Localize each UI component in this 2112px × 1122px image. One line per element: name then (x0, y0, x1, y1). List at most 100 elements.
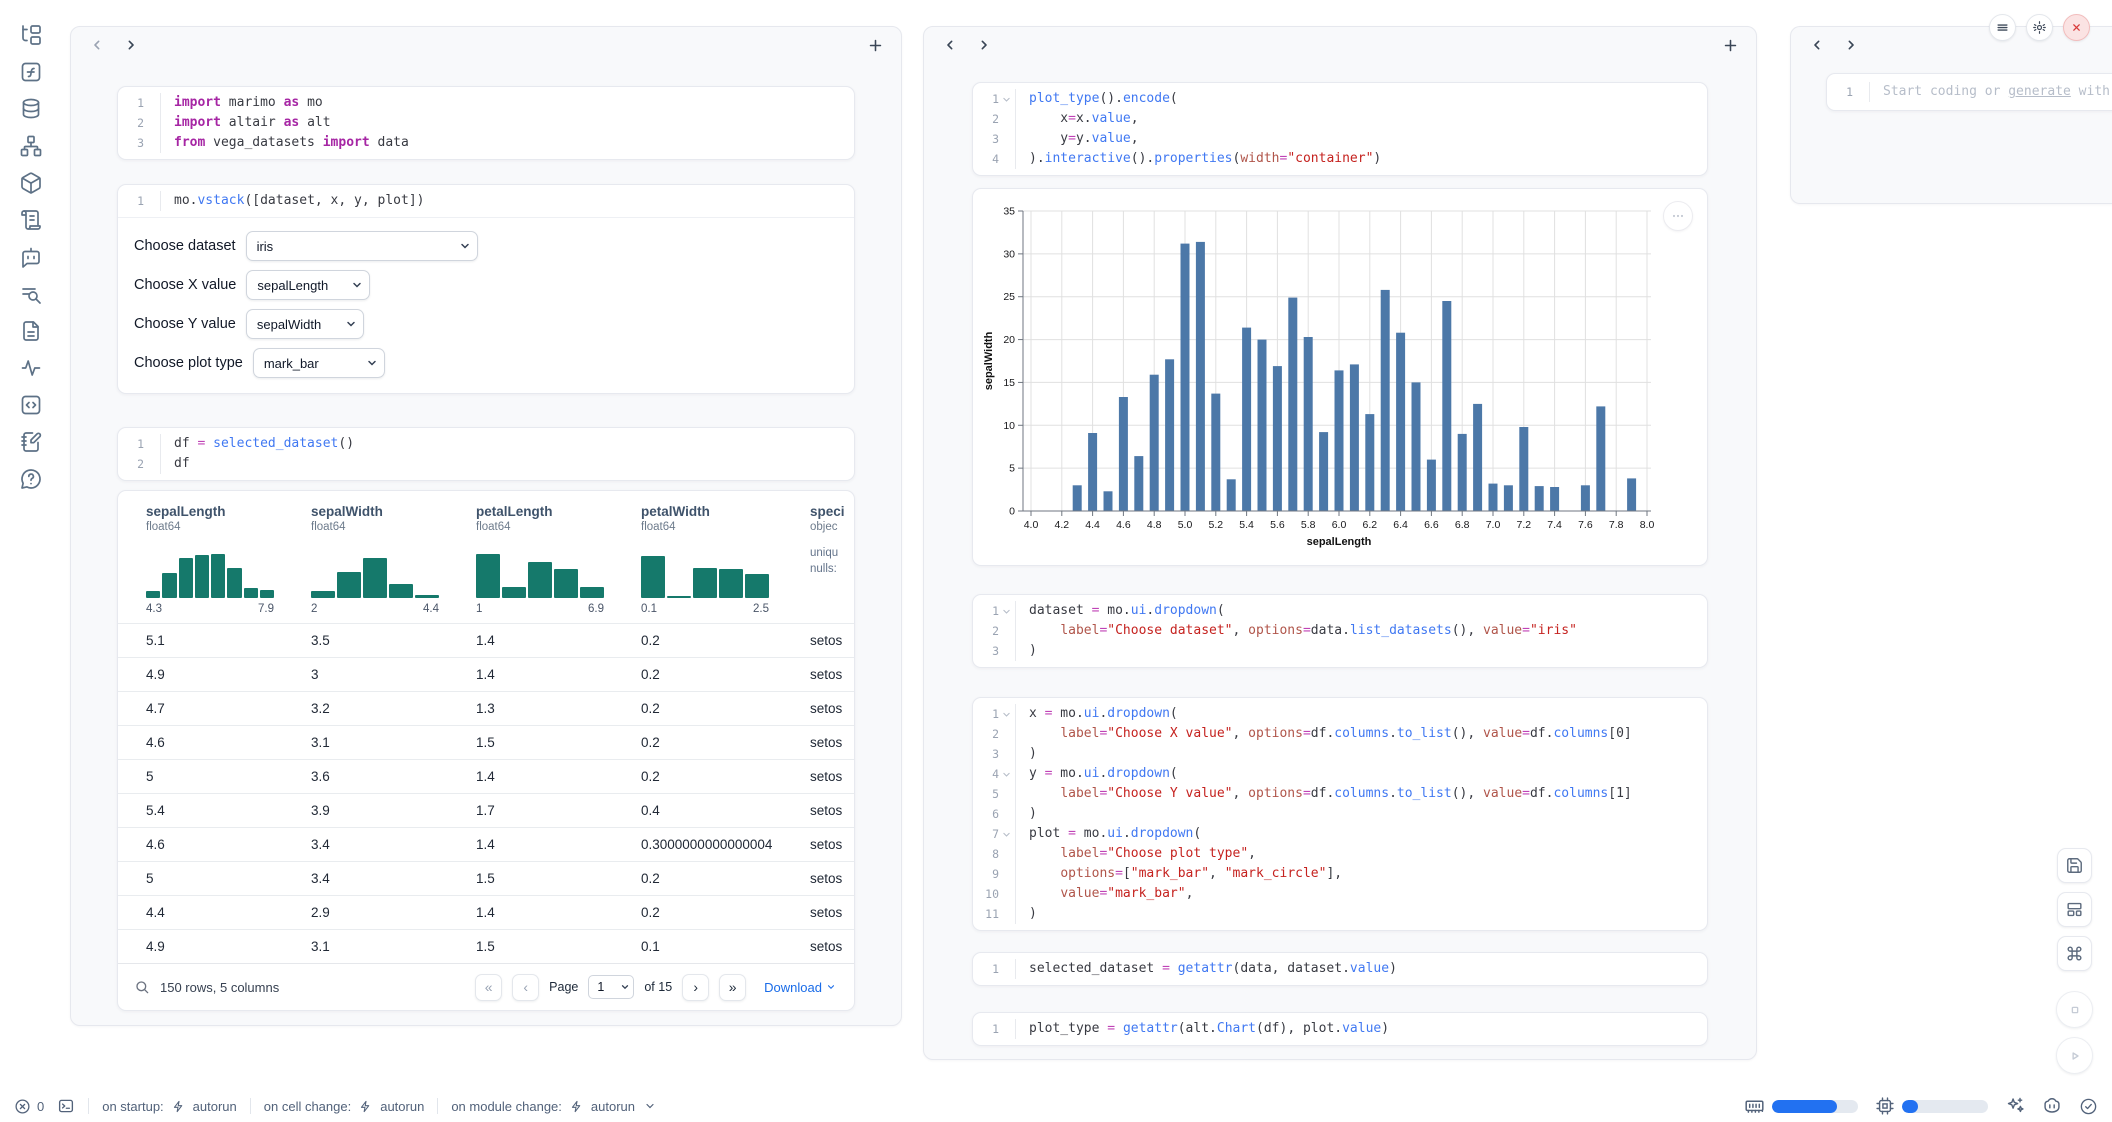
table-column-header: speciobjecuniqunulls: (810, 503, 854, 623)
code-editor[interactable]: 1selected_dataset = getattr(data, datase… (973, 953, 1707, 985)
prev-page-button[interactable]: ‹ (512, 974, 539, 1001)
logs-icon (19, 208, 43, 232)
table-cell: 4.6 (146, 735, 311, 750)
dropdown-choose-dataset[interactable]: iris (246, 231, 478, 261)
code-editor[interactable]: 1mo.vstack([dataset, x, y, plot]) (118, 185, 854, 217)
run-all-button[interactable] (2056, 1037, 2093, 1074)
code-editor[interactable]: 1plot_type = getattr(alt.Chart(df), plot… (973, 1013, 1707, 1045)
sidebar-item-scratchpad[interactable] (18, 429, 44, 455)
column-histogram[interactable] (641, 542, 769, 598)
sidebar-item-snippets[interactable] (18, 392, 44, 418)
download-button[interactable]: Download (764, 980, 836, 995)
table-cell: 0.2 (641, 701, 810, 716)
sidebar-item-datasources[interactable] (18, 96, 44, 122)
connection-status-button[interactable] (2079, 1097, 2098, 1116)
copilot-button[interactable] (2042, 1096, 2062, 1116)
table-cell: 1.4 (476, 667, 641, 682)
runtime-label: on startup: (102, 1099, 163, 1114)
fold-icon (1002, 607, 1011, 616)
line-number: 1 (979, 89, 999, 109)
table-cell: 1.5 (476, 871, 641, 886)
code-editor[interactable]: 1 Start coding or generate with (1827, 74, 2112, 110)
keyboard-shortcuts-button[interactable] (2057, 936, 2092, 971)
column-name[interactable]: petalLength (476, 503, 641, 520)
column-forward-button[interactable] (121, 35, 141, 55)
save-button[interactable] (2057, 848, 2092, 883)
menu-button[interactable] (1989, 14, 2016, 41)
last-page-button[interactable]: » (719, 974, 746, 1001)
dropdown-label: Choose dataset (134, 238, 236, 254)
sidebar-item-tracing[interactable] (18, 355, 44, 381)
column-name[interactable]: sepalLength (146, 503, 311, 520)
terminal-icon (57, 1097, 75, 1115)
column-forward-button[interactable] (974, 35, 994, 55)
code-editor[interactable]: 1dataset = mo.ui.dropdown(2 label="Choos… (973, 595, 1707, 667)
runtime-config-0[interactable]: on startup:autorun (102, 1099, 237, 1114)
save-icon (2065, 856, 2084, 875)
sidebar-item-logs[interactable] (18, 207, 44, 233)
layout-button[interactable] (2057, 892, 2092, 927)
column-name[interactable]: speci (810, 503, 854, 520)
code-line: 5 label="Choose Y value", options=df.col… (973, 784, 1707, 804)
stop-all-button[interactable] (2056, 991, 2093, 1028)
table-cell: 4.9 (146, 939, 311, 954)
sidebar-item-documentation[interactable] (18, 318, 44, 344)
hist-max: 7.9 (258, 603, 274, 615)
dropdown-choose-x-value[interactable]: sepalLength (246, 270, 370, 300)
svg-text:7.2: 7.2 (1516, 519, 1531, 531)
add-cell-button[interactable] (1720, 35, 1740, 55)
first-page-button[interactable]: « (475, 974, 502, 1001)
settings-button[interactable] (2026, 14, 2053, 41)
memory-usage[interactable] (1744, 1096, 1858, 1117)
table-cell: 1.5 (476, 735, 641, 750)
svg-text:5.0: 5.0 (1178, 519, 1193, 531)
generate-with-ai-link[interactable]: generate (2008, 84, 2071, 99)
column-back-button[interactable] (940, 35, 960, 55)
next-page-button[interactable]: › (682, 974, 709, 1001)
column-back-button[interactable] (87, 35, 107, 55)
runtime-config-1[interactable]: on cell change:autorun (264, 1099, 425, 1114)
table-row: 4.63.41.40.3000000000000004setos (118, 827, 854, 861)
sidebar-item-dependency-graph[interactable] (18, 133, 44, 159)
dropdown-choose-plot-type[interactable]: mark_bar (253, 348, 385, 378)
code-editor[interactable]: 1plot_type().encode(2 x=x.value,3 y=y.va… (973, 83, 1707, 175)
sidebar-item-functions[interactable] (18, 59, 44, 85)
dropdown-choose-y-value[interactable]: sepalWidth (246, 309, 364, 339)
column-histogram[interactable] (146, 542, 274, 598)
table-search-button[interactable] (134, 979, 150, 995)
page-select[interactable]: 1 (588, 975, 634, 999)
column-name[interactable]: sepalWidth (311, 503, 476, 520)
svg-text:25: 25 (1003, 291, 1015, 303)
sidebar-item-file-explorer[interactable] (18, 22, 44, 48)
column-histogram[interactable] (476, 542, 604, 598)
close-icon (2070, 21, 2083, 34)
stop-icon (2066, 1001, 2084, 1019)
play-icon (2066, 1047, 2084, 1065)
column-forward-button[interactable] (1841, 35, 1861, 55)
chart-actions-button[interactable] (1663, 201, 1693, 231)
table-cell: 4.6 (146, 837, 311, 852)
sidebar-item-ai-chat[interactable] (18, 244, 44, 270)
column-histogram[interactable] (311, 542, 439, 598)
svg-text:0: 0 (1009, 506, 1015, 518)
table-cell: 3 (311, 667, 476, 682)
runtime-config-2[interactable]: on module change:autorun (451, 1099, 656, 1114)
sidebar-item-help[interactable] (18, 466, 44, 492)
code-editor[interactable]: 1df = selected_dataset()2df (118, 428, 854, 480)
add-cell-button[interactable] (865, 35, 885, 55)
terminal-button[interactable] (57, 1097, 75, 1115)
ai-assist-button[interactable] (2005, 1096, 2025, 1116)
code-editor[interactable]: 1x = mo.ui.dropdown(2 label="Choose X va… (973, 698, 1707, 930)
sidebar-item-search-logs[interactable] (18, 281, 44, 307)
cpu-usage[interactable] (1875, 1096, 1988, 1116)
hist-min: 0.1 (641, 603, 657, 615)
sidebar-item-packages[interactable] (18, 170, 44, 196)
page-select-wrap: 1 (588, 975, 634, 999)
shutdown-button[interactable] (2063, 14, 2090, 41)
error-indicator[interactable]: 0 (14, 1098, 44, 1115)
code-editor[interactable]: 1import marimo as mo2import altair as al… (118, 87, 854, 159)
altair-bar-chart[interactable]: 051015202530354.04.24.44.64.85.05.25.45.… (979, 195, 1701, 559)
column-name[interactable]: petalWidth (641, 503, 810, 520)
column-back-button[interactable] (1807, 35, 1827, 55)
table-cell: 3.4 (311, 837, 476, 852)
